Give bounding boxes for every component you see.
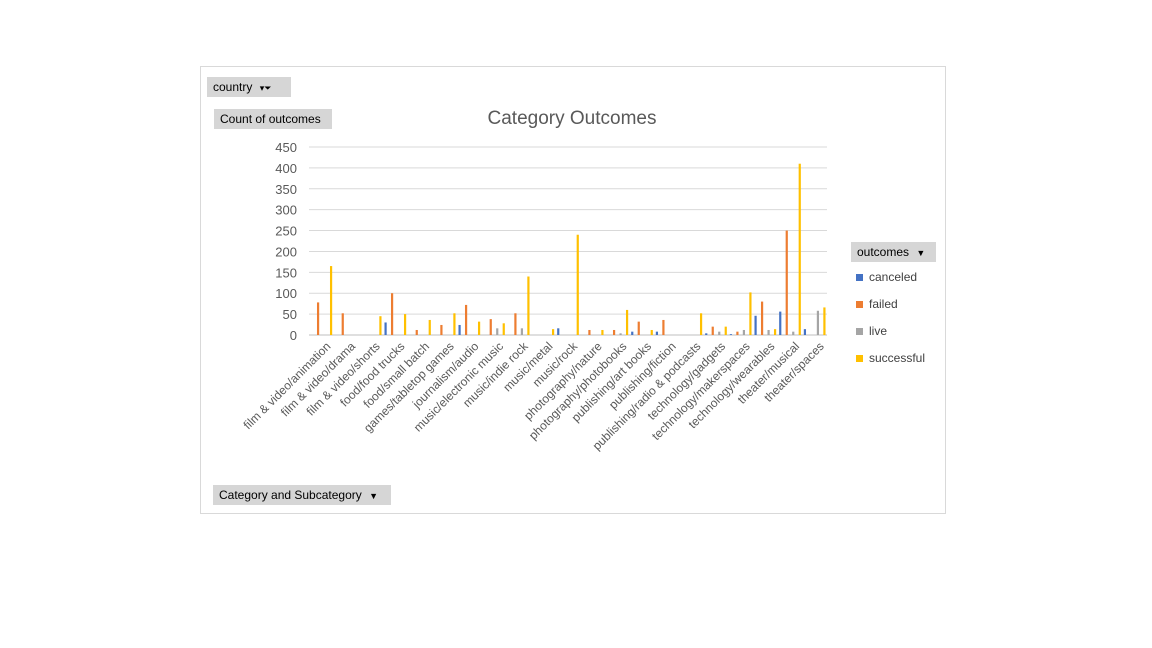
bar-successful [625,309,629,335]
bar-successful [551,329,555,335]
bar-failed [489,319,492,335]
bar-canceled [458,324,461,335]
bar-failed [341,313,344,335]
bar-successful [379,316,382,335]
bar-successful [699,313,703,335]
bar-live [496,328,499,335]
bar-successful [527,276,530,335]
bar-failed [736,331,739,335]
bar-successful [650,329,653,335]
chart-canvas: Category Outcomes 0 50 100 150 200 250 300 350 40… [241,108,827,453]
bar-live [792,331,795,335]
bar-canceled [655,331,659,335]
legend-label: canceled [869,270,918,284]
bar-failed [637,321,640,335]
bar-failed [316,302,320,335]
bar-failed [760,301,764,335]
y-tick-label: 400 [275,161,297,176]
y-tick-label: 350 [275,182,297,197]
legend-label: successful [869,351,926,365]
bar-successful [403,314,407,335]
bar-canceled [779,311,782,335]
legend-swatch [856,274,863,282]
y-tick-label: 250 [275,224,297,239]
bar-canceled [384,322,387,335]
bar-successful [798,163,801,335]
bar-successful [773,329,777,335]
y-tick-label: 200 [275,244,297,259]
legend-item-live[interactable]: live [856,323,887,339]
bar-failed [415,329,418,335]
y-tick-label: 450 [275,140,297,155]
bar-canceled [729,334,733,335]
legend-label: live [869,324,888,338]
y-tick-label: 0 [290,328,297,343]
bar-successful [428,319,431,335]
legend-label: failed [869,297,898,311]
y-tick-label: 100 [275,286,297,301]
y-tick-label: 150 [275,265,297,280]
bar-failed [464,304,468,335]
bar-live [742,329,746,335]
legend-item-successful[interactable]: successful [856,350,925,366]
y-tick-label: 300 [275,203,297,218]
bar-successful [601,329,604,335]
bar-live [718,331,721,335]
bar-successful [477,321,481,335]
legend-swatch [856,301,863,309]
bar-canceled [754,315,757,335]
y-tick-label: 50 [283,307,297,322]
bar-failed [440,324,443,335]
bar-failed [711,326,714,335]
legend-swatch [856,328,863,336]
bar-canceled [803,329,807,335]
bar-successful [749,292,752,335]
chart-title: Category Outcomes [488,108,657,129]
bar-failed [612,329,616,335]
bar-successful [576,234,579,335]
legend-item-failed[interactable]: failed [856,296,898,312]
bar-live [520,328,524,335]
bar-successful [724,326,727,335]
bar-successful [329,266,333,335]
bar-failed [785,230,788,335]
chart-frame: country ▾⏷ Count of outcomes Category an… [200,66,946,514]
legend-item-canceled[interactable]: canceled [856,269,917,285]
bar-failed [588,329,591,335]
bar-live [816,310,820,335]
bar-canceled [557,328,560,335]
bar-failed [390,293,394,335]
bar-successful [453,313,456,335]
bar-successful [823,307,826,335]
bar-live [767,329,770,335]
bar-canceled [631,331,634,335]
bar-failed [662,319,665,335]
bar-canceled [705,333,708,335]
bar-failed [514,313,517,335]
legend-swatch [856,355,863,363]
bar-successful [502,323,505,335]
bar-live [619,333,622,335]
